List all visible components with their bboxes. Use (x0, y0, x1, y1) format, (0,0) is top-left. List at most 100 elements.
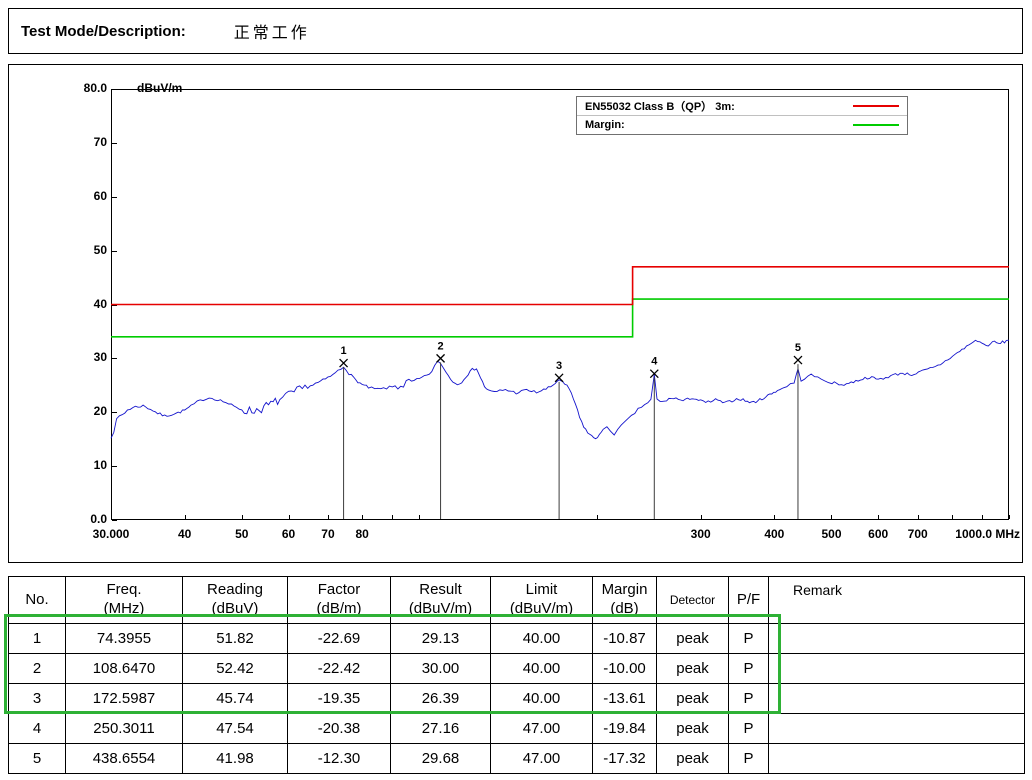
x-tick-label: 400 (764, 527, 784, 541)
table-row: 3172.598745.74-19.3526.3940.00-13.61peak… (9, 684, 1025, 714)
table-cell: 40.00 (491, 624, 593, 654)
x-tick-label: 40 (178, 527, 191, 541)
column-header: Limit (dBuV/m) (491, 577, 593, 624)
chart-legend: EN55032 Class B（QP） 3m: Margin: (576, 96, 908, 135)
marker-number: 1 (341, 345, 347, 357)
table-cell: 51.82 (183, 624, 288, 654)
table-cell: 52.42 (183, 654, 288, 684)
table-cell: peak (657, 624, 729, 654)
table-cell (769, 684, 1025, 714)
y-tick-label: 70 (47, 135, 107, 149)
column-header: Reading (dBuV) (183, 577, 288, 624)
table-row: 5438.655441.98-12.3029.6847.00-17.32peak… (9, 744, 1025, 774)
table-cell: 47.00 (491, 714, 593, 744)
legend-line-sample (853, 124, 899, 126)
test-mode-box: Test Mode/Description: 正常工作 (8, 8, 1023, 54)
table-cell: 5 (9, 744, 66, 774)
legend-line-sample (853, 105, 899, 107)
x-tick-label: 500 (821, 527, 841, 541)
marker-number: 2 (438, 340, 444, 352)
column-header: Result (dBuV/m) (391, 577, 491, 624)
results-table: No.Freq. (MHz)Reading (dBuV)Factor (dB/m… (8, 576, 1025, 774)
table-cell: 29.13 (391, 624, 491, 654)
table-cell (769, 624, 1025, 654)
table-cell: 40.00 (491, 654, 593, 684)
x-tick-label: 60 (282, 527, 295, 541)
table-cell: -13.61 (593, 684, 657, 714)
table-cell: 30.00 (391, 654, 491, 684)
table-cell: -10.00 (593, 654, 657, 684)
y-tick-label: 20 (47, 404, 107, 418)
marker-number: 4 (651, 356, 658, 368)
column-header: Freq. (MHz) (66, 577, 183, 624)
table-body: 174.395551.82-22.6929.1340.00-10.87peakP… (9, 624, 1025, 774)
emission-chart-panel: 1 2 3 4 5 dBuV/m EN55032 Class B（QP） 3m: Marg… (8, 64, 1023, 563)
y-tick-label: 40 (47, 297, 107, 311)
marker-number: 3 (556, 360, 562, 372)
legend-label: Margin: (585, 119, 853, 131)
table-cell: 29.68 (391, 744, 491, 774)
column-header: Margin (dB) (593, 577, 657, 624)
table-cell: 172.5987 (66, 684, 183, 714)
table-cell: -19.35 (288, 684, 391, 714)
y-tick-label: 0.0 (47, 512, 107, 526)
table-cell: -17.32 (593, 744, 657, 774)
y-axis-unit-label: dBuV/m (137, 81, 182, 95)
table-cell: P (729, 624, 769, 654)
marker-number: 5 (795, 342, 801, 354)
x-tick-label: 300 (691, 527, 711, 541)
table-cell: 45.74 (183, 684, 288, 714)
table-row: 174.395551.82-22.6929.1340.00-10.87peakP (9, 624, 1025, 654)
column-header: Remark (769, 577, 1025, 624)
x-tick-label: 30.000 (93, 527, 130, 541)
table-cell: 250.3011 (66, 714, 183, 744)
column-header: P/F (729, 577, 769, 624)
table-cell: -10.87 (593, 624, 657, 654)
table-cell (769, 714, 1025, 744)
chart-canvas: 1 2 3 4 5 (9, 65, 1022, 562)
table-row: 4250.301147.54-20.3827.1647.00-19.84peak… (9, 714, 1025, 744)
table-cell: -22.69 (288, 624, 391, 654)
table-cell: peak (657, 744, 729, 774)
table-cell: 3 (9, 684, 66, 714)
test-mode-value: 正常工作 (234, 19, 310, 43)
table-cell: -22.42 (288, 654, 391, 684)
table-cell: P (729, 744, 769, 774)
table-cell: peak (657, 654, 729, 684)
table-cell: 438.6554 (66, 744, 183, 774)
table-cell: 40.00 (491, 684, 593, 714)
spectrum-trace (111, 340, 1009, 439)
x-tick-label: 70 (321, 527, 334, 541)
column-header: Detector (657, 577, 729, 624)
x-tick-label: 50 (235, 527, 248, 541)
x-tick-label: 600 (868, 527, 888, 541)
x-tick-label: 80 (355, 527, 368, 541)
table-cell: 4 (9, 714, 66, 744)
test-mode-label: Test Mode/Description: (21, 23, 186, 40)
table-cell: P (729, 684, 769, 714)
table-cell: 2 (9, 654, 66, 684)
table-cell: 74.3955 (66, 624, 183, 654)
table-cell: 47.54 (183, 714, 288, 744)
table-row: 2108.647052.42-22.4230.0040.00-10.00peak… (9, 654, 1025, 684)
y-tick-label: 30 (47, 350, 107, 364)
table-cell: 26.39 (391, 684, 491, 714)
table-cell (769, 744, 1025, 774)
x-tick-label: 700 (908, 527, 928, 541)
table-cell: -12.30 (288, 744, 391, 774)
column-header: No. (9, 577, 66, 624)
table-cell: P (729, 714, 769, 744)
table-cell: -20.38 (288, 714, 391, 744)
table-cell: peak (657, 684, 729, 714)
table-cell: 27.16 (391, 714, 491, 744)
table-cell: 1 (9, 624, 66, 654)
table-cell: P (729, 654, 769, 684)
table-cell: peak (657, 714, 729, 744)
table-cell (769, 654, 1025, 684)
table-cell: 108.6470 (66, 654, 183, 684)
table-cell: 41.98 (183, 744, 288, 774)
legend-row: EN55032 Class B（QP） 3m: (577, 97, 907, 115)
table-cell: 47.00 (491, 744, 593, 774)
table-cell: -19.84 (593, 714, 657, 744)
legend-label: EN55032 Class B（QP） 3m: (585, 98, 853, 114)
